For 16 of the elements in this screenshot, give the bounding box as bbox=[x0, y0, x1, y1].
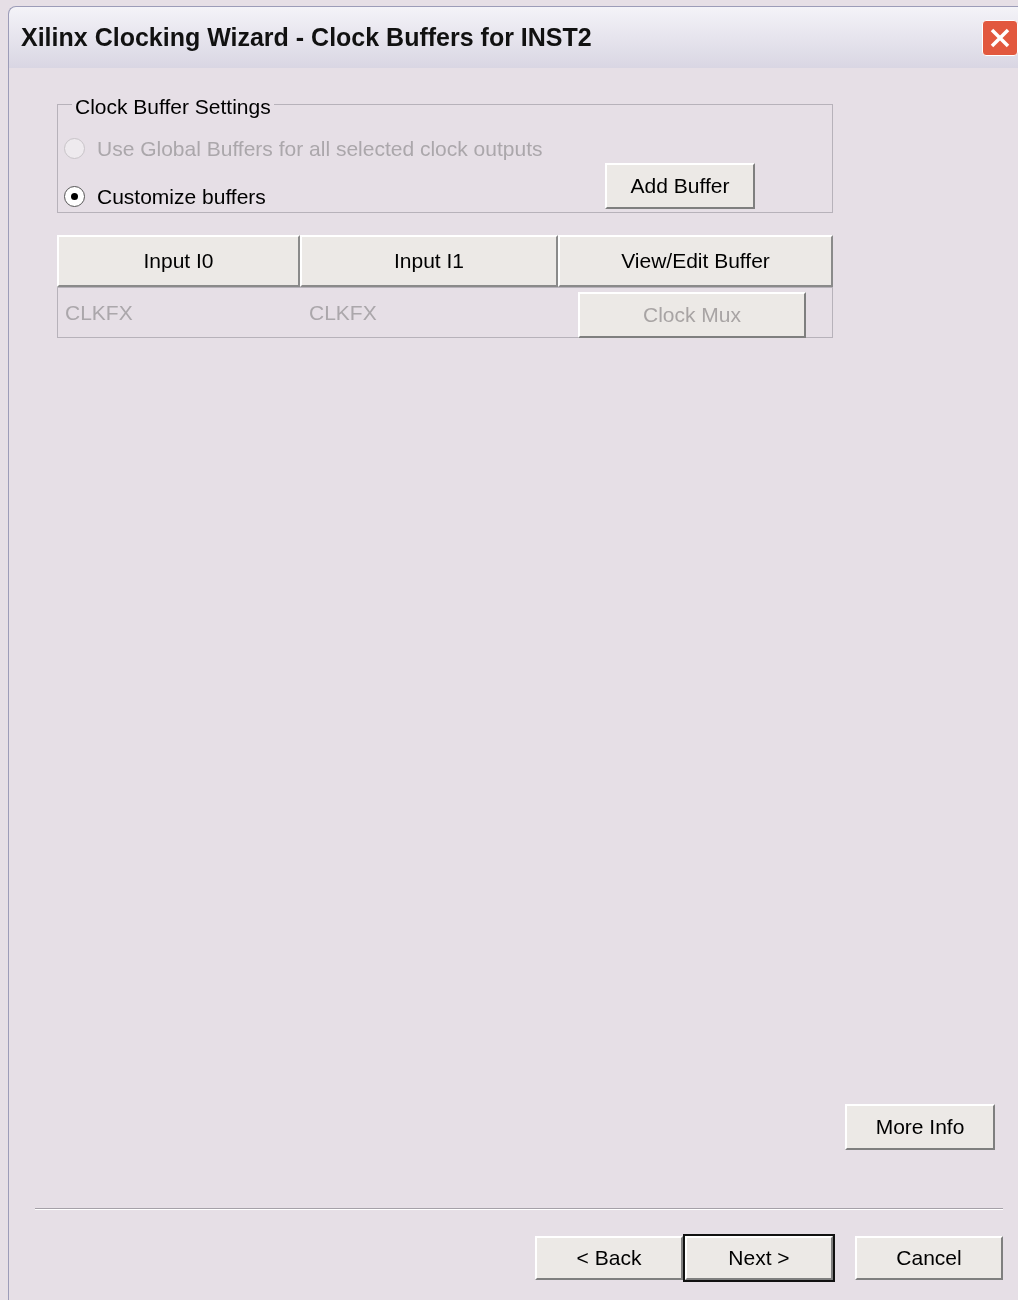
more-info-button[interactable]: More Info bbox=[845, 1104, 995, 1150]
add-buffer-button[interactable]: Add Buffer bbox=[605, 163, 755, 209]
radio-label: Use Global Buffers for all selected clock outputs bbox=[97, 136, 543, 162]
wizard-button[interactable]: < Back bbox=[535, 1236, 683, 1280]
table-cell-text: CLKFX bbox=[308, 299, 378, 326]
column-header: Input I1 bbox=[300, 235, 558, 287]
table-cell-text: CLKFX bbox=[64, 299, 134, 326]
column-header: View/Edit Buffer bbox=[558, 235, 833, 287]
window-title: Xilinx Clocking Wizard - Clock Buffers for INST2 bbox=[21, 21, 592, 53]
close-button[interactable] bbox=[982, 19, 1018, 56]
radio-label: Customize buffers bbox=[97, 183, 266, 210]
close-icon bbox=[989, 26, 1011, 49]
column-header: Input I0 bbox=[57, 235, 300, 287]
radio-button[interactable] bbox=[64, 185, 85, 207]
wizard-button[interactable]: Cancel bbox=[855, 1236, 1003, 1280]
wizard-button[interactable]: Next > bbox=[685, 1236, 833, 1280]
